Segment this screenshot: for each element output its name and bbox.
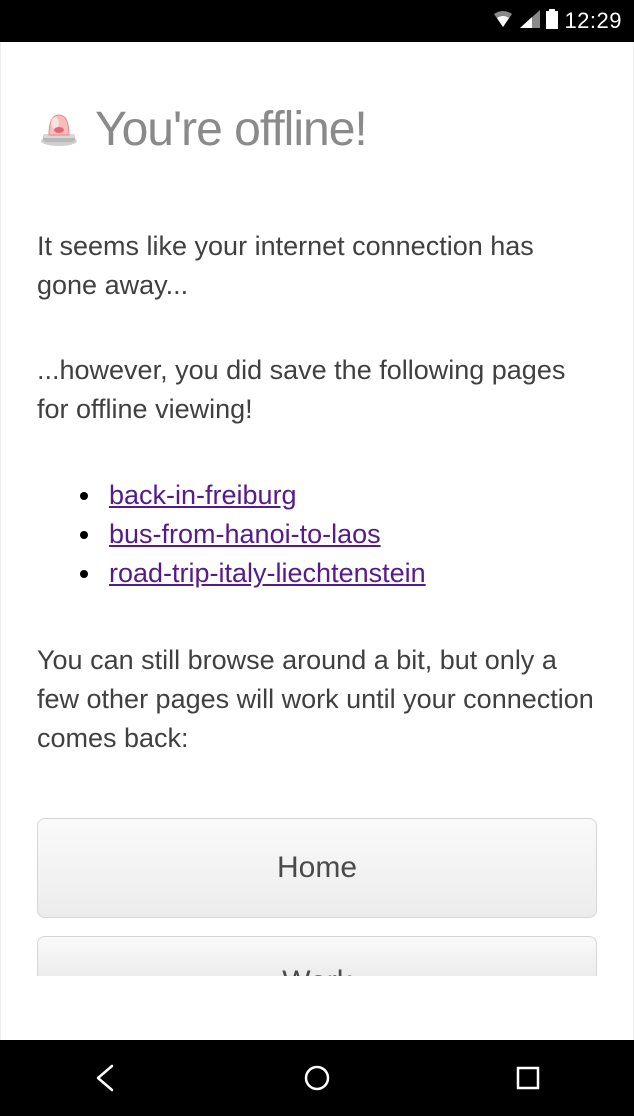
nav-back-button[interactable] (46, 1053, 166, 1103)
page-title-row: You're offline! (37, 102, 597, 157)
saved-pages-list: back-in-freiburg bus-from-hanoi-to-laos … (103, 476, 597, 593)
intro-paragraph-1: It seems like your internet connection h… (37, 227, 597, 305)
battery-icon (546, 9, 558, 34)
page-content: You're offline! It seems like your inter… (0, 42, 634, 1040)
nav-recents-button[interactable] (468, 1053, 588, 1103)
android-nav-bar (0, 1040, 634, 1116)
siren-icon (37, 105, 81, 154)
wifi-icon (492, 10, 514, 33)
cell-signal-icon (520, 10, 540, 33)
page-title: You're offline! (95, 102, 367, 157)
list-item: bus-from-hanoi-to-laos (103, 515, 597, 554)
saved-page-link[interactable]: bus-from-hanoi-to-laos (109, 519, 381, 549)
device-frame: 12:29 You're offline! It seems like your… (0, 0, 634, 1116)
intro-paragraph-2: ...however, you did save the following p… (37, 351, 597, 429)
list-item: road-trip-italy-liechtenstein (103, 554, 597, 593)
work-button[interactable]: Work (37, 936, 597, 976)
saved-page-link[interactable]: back-in-freiburg (109, 480, 297, 510)
home-button[interactable]: Home (37, 818, 597, 918)
saved-page-link[interactable]: road-trip-italy-liechtenstein (109, 558, 426, 588)
intro-paragraph-3: You can still browse around a bit, but o… (37, 641, 597, 758)
button-label: Home (277, 851, 357, 885)
nav-home-button[interactable] (257, 1053, 377, 1103)
android-status-bar: 12:29 (0, 0, 634, 42)
list-item: back-in-freiburg (103, 476, 597, 515)
status-clock: 12:29 (564, 8, 622, 34)
nav-button-stack: Home Work (37, 818, 597, 976)
button-label: Work (282, 965, 351, 976)
